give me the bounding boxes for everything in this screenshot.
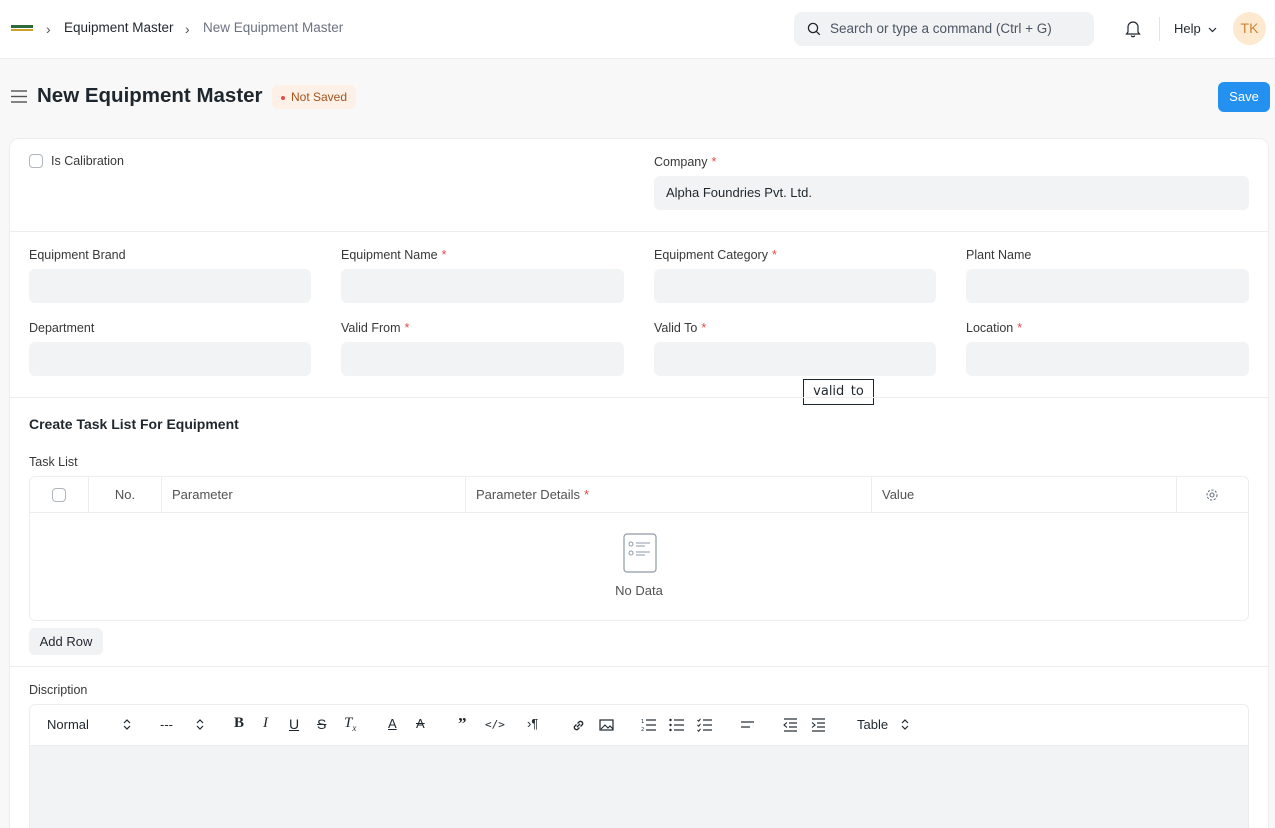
size-select[interactable]: --- — [160, 717, 173, 732]
department-field[interactable] — [29, 342, 311, 376]
column-no: No. — [89, 477, 162, 513]
empty-document-icon — [623, 533, 657, 573]
svg-text:1: 1 — [641, 719, 644, 725]
is-calibration-label: Is Calibration — [51, 154, 124, 168]
company-label: Company * — [654, 155, 717, 169]
breadcrumb-current[interactable]: New Equipment Master — [203, 20, 343, 35]
equipment-category-field[interactable] — [654, 269, 936, 303]
equipment-name-field[interactable] — [341, 269, 624, 303]
select-all-cell — [30, 477, 89, 513]
section-title: Create Task List For Equipment — [29, 416, 239, 432]
page-title: New Equipment Master — [37, 84, 263, 107]
navbar-divider — [1159, 17, 1160, 41]
check-list-icon[interactable] — [697, 718, 713, 732]
background-color-icon[interactable]: A — [416, 716, 425, 731]
search-placeholder: Search or type a command (Ctrl + G) — [830, 21, 1052, 36]
equipment-brand-label: Equipment Brand — [29, 248, 126, 262]
search-icon — [807, 22, 821, 36]
text-direction-icon[interactable]: ›¶ — [527, 716, 538, 731]
department-label: Department — [29, 321, 95, 335]
empty-state-text: No Data — [615, 583, 663, 598]
ordered-list-icon[interactable]: 1 2 — [641, 718, 657, 732]
link-icon[interactable] — [571, 718, 586, 733]
table-select[interactable]: Table — [857, 717, 888, 732]
select-arrows-icon — [196, 719, 204, 730]
location-label: Location * — [966, 321, 1023, 335]
format-select[interactable]: Normal — [47, 717, 89, 732]
underline-icon[interactable]: U — [289, 716, 299, 732]
location-field[interactable] — [966, 342, 1249, 376]
is-calibration-checkbox[interactable] — [29, 154, 43, 168]
company-field[interactable]: Alpha Foundries Pvt. Ltd. — [654, 176, 1249, 210]
app-logo-icon[interactable] — [11, 22, 33, 34]
status-dot-icon — [281, 95, 285, 100]
chevron-right-icon: › — [185, 21, 190, 37]
table-header: No. Parameter Parameter Details * Value — [30, 477, 1248, 513]
description-editor[interactable] — [29, 745, 1249, 828]
image-icon[interactable] — [599, 718, 614, 732]
equipment-category-label: Equipment Category * — [654, 248, 777, 262]
clear-format-icon[interactable]: Tx — [344, 715, 356, 733]
text-color-icon[interactable]: A — [388, 716, 397, 731]
description-label: Discription — [29, 683, 88, 697]
help-label: Help — [1174, 21, 1201, 36]
add-row-button[interactable]: Add Row — [29, 628, 103, 655]
equipment-name-label: Equipment Name * — [341, 248, 447, 262]
status-badge: Not Saved — [272, 85, 357, 109]
section-divider — [10, 231, 1269, 232]
italic-icon[interactable]: I — [263, 715, 268, 732]
chevron-down-icon — [1208, 27, 1217, 32]
valid-from-label: Valid From * — [341, 321, 410, 335]
status-text: Not Saved — [291, 90, 348, 104]
task-list-table: No. Parameter Parameter Details * Value N… — [29, 476, 1249, 621]
section-divider — [10, 666, 1269, 667]
sidebar-toggle-icon[interactable] — [11, 90, 27, 103]
blockquote-icon[interactable]: ” — [458, 714, 467, 734]
breadcrumb-parent[interactable]: Equipment Master — [64, 20, 174, 35]
align-left-icon[interactable] — [740, 718, 755, 732]
avatar[interactable]: TK — [1233, 12, 1266, 45]
plant-name-field[interactable] — [966, 269, 1249, 303]
select-all-checkbox[interactable] — [52, 488, 66, 502]
navbar: › Equipment Master › New Equipment Maste… — [0, 0, 1275, 59]
field-tooltip: valid_to — [803, 379, 874, 405]
chevron-right-icon: › — [46, 21, 51, 37]
valid-to-label: Valid To * — [654, 321, 707, 335]
outdent-icon[interactable] — [783, 718, 798, 732]
bullet-list-icon[interactable] — [669, 718, 685, 732]
valid-to-field[interactable] — [654, 342, 936, 376]
plant-name-label: Plant Name — [966, 248, 1032, 262]
save-button[interactable]: Save — [1218, 82, 1270, 112]
company-value: Alpha Foundries Pvt. Ltd. — [666, 185, 812, 200]
valid-from-field[interactable] — [341, 342, 624, 376]
select-arrows-icon — [901, 719, 909, 730]
column-parameter: Parameter — [162, 477, 466, 513]
task-list-label: Task List — [29, 455, 78, 469]
strike-icon[interactable]: S — [317, 716, 326, 732]
column-parameter-details: Parameter Details * — [466, 477, 872, 513]
select-arrows-icon — [123, 719, 131, 730]
help-dropdown[interactable]: Help — [1174, 21, 1217, 36]
code-icon[interactable]: </> — [485, 718, 505, 731]
bell-icon[interactable] — [1124, 19, 1142, 38]
bold-icon[interactable]: B — [234, 715, 244, 732]
column-value: Value — [872, 477, 1177, 513]
svg-text:2: 2 — [641, 727, 644, 732]
search-input[interactable]: Search or type a command (Ctrl + G) — [794, 12, 1094, 46]
gear-icon[interactable] — [1205, 488, 1219, 502]
equipment-brand-field[interactable] — [29, 269, 311, 303]
indent-icon[interactable] — [811, 718, 826, 732]
section-divider — [10, 397, 1269, 398]
editor-toolbar: Normal --- B I U S Tx A A ” </> ›¶ 1 2 T… — [29, 704, 1249, 745]
